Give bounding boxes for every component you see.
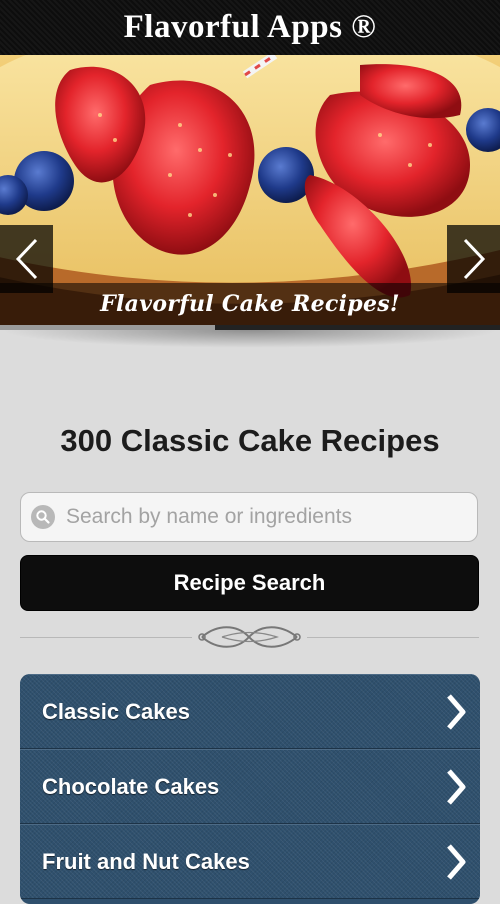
hero-slider[interactable]: Flavorful Cake Recipes! <box>0 55 500 330</box>
chevron-left-icon <box>15 238 37 280</box>
category-label: Classic Cakes <box>42 698 190 724</box>
hero-shadow <box>0 330 500 348</box>
divider-line-right <box>307 637 479 638</box>
app-header: Flavorful Apps ® <box>0 0 500 55</box>
category-item-fruit-and-nut-cakes[interactable]: Fruit and Nut Cakes <box>20 824 480 899</box>
app-title: Flavorful Apps ® <box>123 9 377 45</box>
slider-caption: Flavorful Cake Recipes! <box>100 291 400 317</box>
slider-caption-bar: Flavorful Cake Recipes! <box>0 283 500 325</box>
chevron-right-icon <box>447 843 466 880</box>
chevron-right-icon <box>463 238 485 280</box>
chevron-right-icon <box>447 768 466 805</box>
category-list: Classic Cakes Chocolate Cakes Fruit and … <box>20 674 480 904</box>
search-box[interactable] <box>20 492 478 542</box>
ornamental-divider <box>20 622 479 652</box>
page-title: 300 Classic Cake Recipes <box>60 423 440 458</box>
chevron-right-icon <box>447 693 466 730</box>
category-item-chocolate-cakes[interactable]: Chocolate Cakes <box>20 749 480 824</box>
search-input[interactable] <box>64 504 468 530</box>
category-label: Fruit and Nut Cakes <box>42 848 250 874</box>
category-item-classic-cakes[interactable]: Classic Cakes <box>20 674 480 749</box>
flourish-divider-icon <box>198 626 301 648</box>
search-icon <box>31 505 55 529</box>
divider-line-left <box>20 637 192 638</box>
recipe-search-button[interactable]: Recipe Search <box>20 555 479 611</box>
category-label: Chocolate Cakes <box>42 773 220 799</box>
